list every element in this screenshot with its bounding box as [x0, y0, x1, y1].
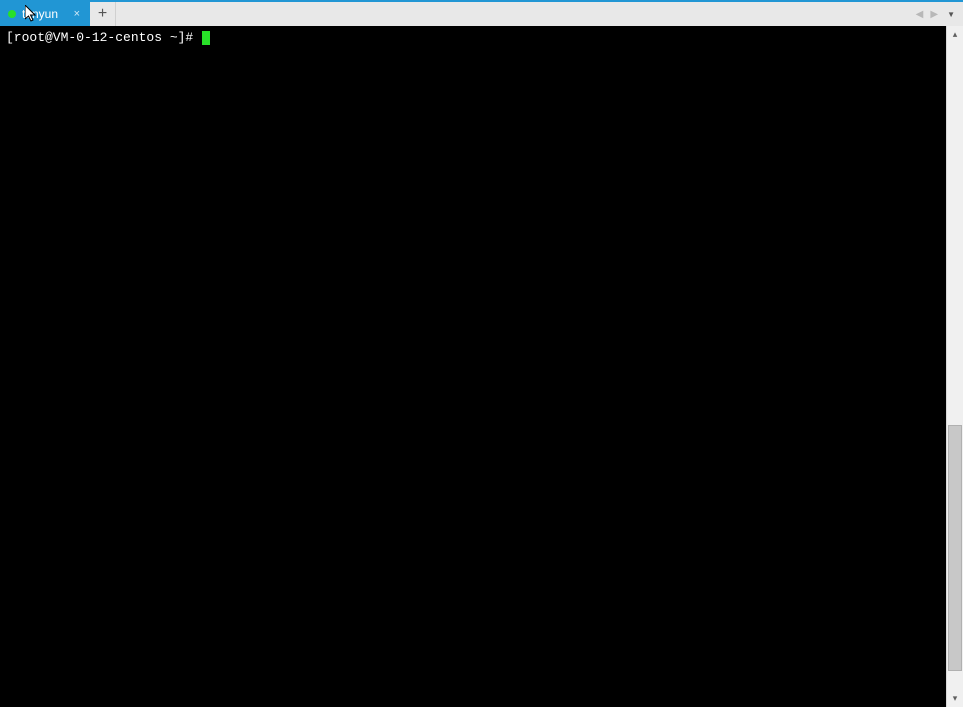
- terminal-line: [root@VM-0-12-centos ~]#: [6, 30, 940, 46]
- tab-bar: tenyun × + ◀ ▶ ▼: [0, 0, 963, 26]
- scroll-up-button[interactable]: ▴: [947, 26, 963, 43]
- scroll-down-button[interactable]: ▾: [947, 690, 963, 707]
- scroll-thumb[interactable]: [948, 425, 962, 671]
- tab-menu-dropdown-icon[interactable]: ▼: [943, 8, 959, 21]
- terminal-prompt: [root@VM-0-12-centos ~]#: [6, 30, 201, 45]
- tab-nav-right-icon[interactable]: ▶: [928, 7, 940, 22]
- tab-session[interactable]: tenyun ×: [0, 2, 90, 26]
- main-area: [root@VM-0-12-centos ~]# ▴ ▾: [0, 26, 963, 707]
- tab-label: tenyun: [22, 7, 64, 21]
- tab-nav-left-icon[interactable]: ◀: [914, 7, 926, 22]
- terminal-cursor: [202, 31, 210, 45]
- terminal[interactable]: [root@VM-0-12-centos ~]#: [0, 26, 946, 707]
- scroll-track[interactable]: [947, 43, 963, 690]
- close-tab-icon[interactable]: ×: [72, 8, 82, 20]
- tab-bar-controls: ◀ ▶ ▼: [914, 2, 959, 26]
- connection-status-icon: [8, 10, 16, 18]
- vertical-scrollbar[interactable]: ▴ ▾: [946, 26, 963, 707]
- new-tab-button[interactable]: +: [90, 2, 116, 26]
